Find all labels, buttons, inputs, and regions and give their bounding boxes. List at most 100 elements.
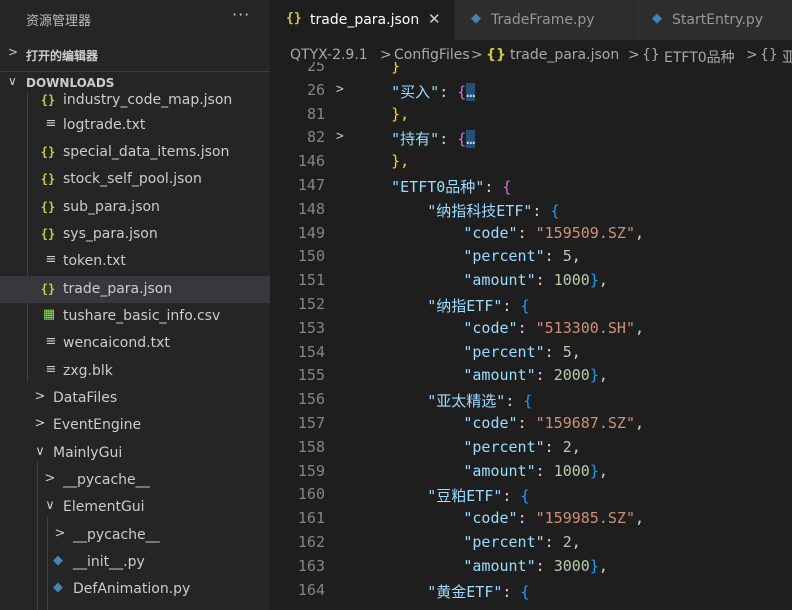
code-line: }, — [355, 105, 409, 123]
editor-area: {} trade_para.json ✕ ◆ TradeFrame.py ◆ S… — [270, 0, 792, 610]
json-number: 5 — [562, 247, 572, 266]
code-line: "持有": {… — [391, 130, 476, 149]
line-number: 25 — [306, 62, 325, 75]
file-name: logtrade.txt — [63, 117, 146, 133]
code-line: "code": "159509.SZ", — [463, 223, 644, 242]
json-number: 1000 — [553, 461, 590, 480]
fold-chevron-icon[interactable]: > — [336, 82, 344, 97]
json-key: amount — [472, 271, 527, 290]
json-number: 1000 — [553, 271, 590, 290]
code-line: "买入": {… — [391, 82, 476, 101]
tab-label: TradeFrame.py — [491, 12, 595, 28]
file-item[interactable]: ≡ logtrade.txt — [0, 112, 270, 139]
tab-startentry-py[interactable]: ◆ StartEntry.py — [634, 0, 792, 40]
folder-name: DataFiles — [53, 390, 118, 406]
breadcrumb-item[interactable]: QTYX-2.9.1 — [290, 47, 368, 63]
code-line: "ETFT0品种": { — [391, 178, 512, 196]
file-item[interactable]: ≡ token.txt — [0, 248, 270, 275]
file-tree: {} industry_code_map.json ≡ logtrade.txt… — [0, 92, 270, 610]
json-key: 亚太精选 — [436, 392, 497, 411]
folder-name: ElementGui — [63, 499, 145, 515]
explorer-title: 资源管理器 — [26, 14, 92, 29]
json-key: 买入 — [400, 82, 431, 101]
object-icon: {} — [642, 47, 660, 63]
json-key: code — [472, 223, 509, 242]
file-item[interactable]: {} sub_para.json — [0, 194, 270, 221]
chevron-right-icon: > — [34, 389, 46, 404]
tab-tradeframe-py[interactable]: ◆ TradeFrame.py — [455, 0, 633, 40]
json-file-icon: {} — [40, 145, 56, 159]
json-key: percent — [472, 533, 536, 551]
fold-chevron-icon[interactable]: > — [336, 129, 344, 144]
json-number: 3000 — [553, 556, 590, 575]
json-number: 2000 — [553, 366, 590, 385]
tab-trade-para-json[interactable]: {} trade_para.json ✕ — [270, 0, 454, 40]
file-item[interactable]: {} industry_code_map.json — [0, 92, 270, 114]
file-item[interactable]: ▦ tushare_basic_info.csv — [0, 303, 270, 330]
json-file-icon: {} — [40, 282, 56, 296]
folder-item[interactable]: ∨ ElementGui — [0, 494, 270, 521]
code-text: }, — [391, 152, 410, 171]
more-actions-icon[interactable]: ··· — [232, 5, 250, 24]
explorer-header: 资源管理器 ··· — [0, 0, 270, 38]
line-number: 158 — [297, 437, 325, 456]
code-line: "percent": 2, — [463, 533, 581, 551]
json-file-icon: {} — [40, 200, 56, 214]
file-item[interactable]: ≡ wencaicond.txt — [0, 330, 270, 357]
line-number: 156 — [297, 390, 325, 409]
folder-item[interactable]: > DataFiles — [0, 385, 270, 412]
json-number: 2 — [562, 533, 572, 551]
text-file-icon: ≡ — [45, 116, 57, 131]
line-number: 163 — [297, 556, 325, 575]
line-number: 149 — [297, 223, 325, 242]
breadcrumb-item[interactable]: trade_para.json — [510, 47, 619, 63]
file-item-selected[interactable]: {} trade_para.json — [0, 276, 270, 303]
code-text: } — [391, 62, 401, 75]
code-line: "黄金ETF": { — [427, 582, 530, 601]
python-file-icon: ◆ — [652, 11, 662, 26]
folded-marker: … — [466, 130, 476, 149]
line-number: 148 — [297, 199, 325, 218]
chevron-right-icon: > — [54, 526, 66, 541]
line-number: 159 — [297, 461, 325, 480]
code-line: "amount": 1000}, — [463, 461, 608, 480]
code-line: "纳指ETF": { — [427, 297, 530, 315]
json-key: 持有 — [400, 130, 431, 149]
file-name: __init__.py — [73, 554, 145, 570]
file-name: tushare_basic_info.csv — [63, 308, 221, 324]
folder-item[interactable]: > EventEngine — [0, 412, 270, 439]
file-name: industry_code_map.json — [63, 92, 233, 108]
close-icon[interactable]: ✕ — [428, 10, 441, 28]
code-line: "amount": 2000}, — [463, 366, 608, 385]
json-key: code — [472, 509, 509, 528]
json-number: 5 — [562, 342, 572, 361]
object-icon: {} — [760, 47, 778, 63]
json-key: 纳指科技ETF — [436, 201, 524, 220]
file-item[interactable]: ≡ zxg.blk — [0, 358, 270, 385]
file-name: token.txt — [63, 253, 126, 269]
code-line: "纳指科技ETF": { — [427, 201, 560, 220]
folder-item[interactable]: ∨ MainlyGui — [0, 440, 270, 467]
code-line: "percent": 5, — [463, 342, 581, 361]
line-number: 82 — [306, 128, 325, 147]
file-name: sys_para.json — [63, 226, 158, 242]
code-line: "豆粕ETF": { — [427, 487, 530, 506]
open-editors-section[interactable]: > 打开的编辑器 — [0, 43, 270, 65]
folder-item[interactable]: > __pycache__ — [0, 522, 270, 549]
file-item[interactable]: ◆ DefAnimation.py — [0, 576, 270, 603]
file-item[interactable]: {} sys_para.json — [0, 221, 270, 248]
file-item[interactable]: {} stock_self_pool.json — [0, 166, 270, 193]
python-file-icon: ◆ — [53, 580, 63, 595]
folder-item[interactable]: > __pycache__ — [0, 467, 270, 494]
downloads-section[interactable]: ∨ DOWNLOADS — [0, 71, 270, 94]
file-name: stock_self_pool.json — [63, 171, 202, 187]
breadcrumb-item[interactable]: ConfigFiles — [394, 47, 470, 63]
file-name: zxg.blk — [63, 363, 113, 379]
code-view[interactable]: 25 } 26 > "买入": {… 81 }, 82 > "持有": {… 146 }, 1… — [270, 62, 792, 610]
line-number: 155 — [297, 366, 325, 385]
chevron-down-icon: ∨ — [45, 498, 55, 513]
file-item[interactable]: {} special_data_items.json — [0, 139, 270, 166]
json-string: 159509.SZ — [544, 223, 626, 242]
file-item[interactable]: ◆ __init__.py — [0, 549, 270, 576]
file-name: special_data_items.json — [63, 144, 230, 160]
